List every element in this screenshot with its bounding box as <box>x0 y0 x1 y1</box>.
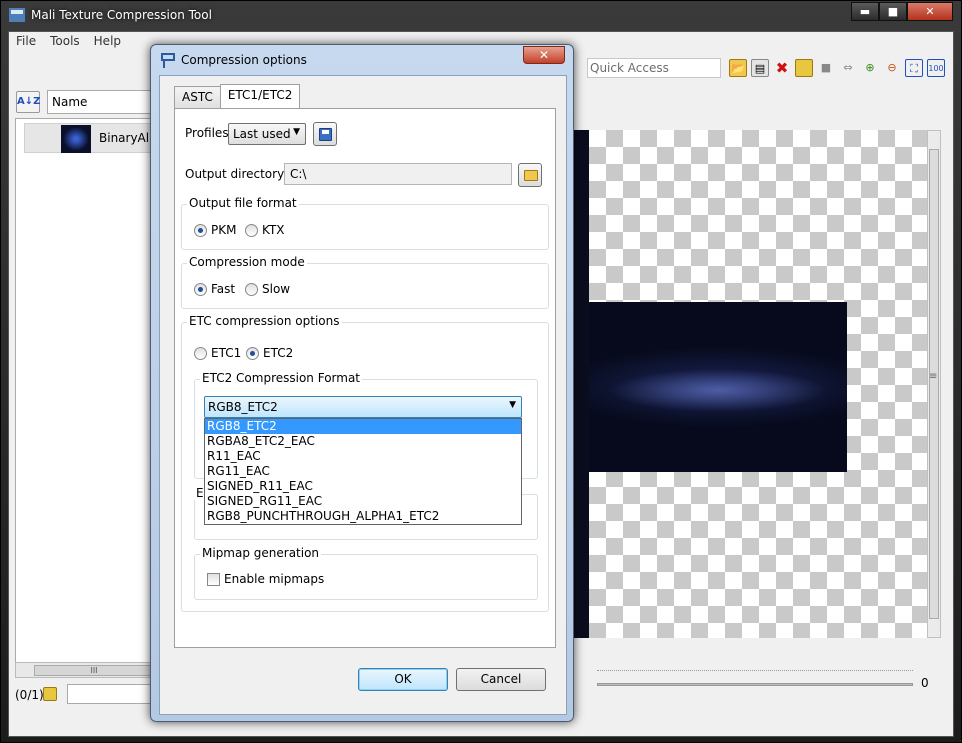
preview-left-edge <box>573 130 589 638</box>
etc2-format-dropdown: RGB8_ETC2 RGBA8_ETC2_EAC R11_EAC RG11_EA… <box>204 418 522 525</box>
profiles-select[interactable]: Last used ▼ <box>228 123 306 145</box>
etc2-format-select-value: RGB8_ETC2 <box>208 400 278 414</box>
zoom-in-icon[interactable]: ⊕ <box>861 59 879 77</box>
chevron-down-icon: ▼ <box>509 400 516 410</box>
sort-az-icon: A↓Z <box>17 96 41 107</box>
dropdown-option[interactable]: RGB8_ETC2 <box>205 419 521 434</box>
compress-icon[interactable] <box>795 59 813 77</box>
ok-button[interactable]: OK <box>358 668 448 691</box>
browse-folder-button[interactable] <box>518 163 542 187</box>
dialog-body: ASTC ETC1/ETC2 Profiles Last used ▼ Outp… <box>159 75 567 715</box>
menu-tools[interactable]: Tools <box>43 32 87 52</box>
tab-etc1-etc2[interactable]: ETC1/ETC2 <box>219 84 301 108</box>
radio-fast[interactable] <box>194 283 207 296</box>
compare-icon[interactable]: ⇔ <box>839 59 857 77</box>
dropdown-option[interactable]: RGBA8_ETC2_EAC <box>205 434 521 449</box>
quick-access-input[interactable]: Quick Access <box>587 58 721 78</box>
texture-thumbnail <box>61 125 91 153</box>
preview-ruler <box>597 665 913 671</box>
output-directory-field[interactable]: C:\ <box>284 163 512 185</box>
texture-preview <box>589 302 847 472</box>
status-count: (0/1) <box>15 688 44 702</box>
title-bar: Mali Texture Compression Tool ▬ ■ ✕ <box>1 1 961 31</box>
scrollbar-grip: ≡ <box>929 371 938 382</box>
stop-icon[interactable]: ■ <box>817 59 835 77</box>
dialog-close-button[interactable]: ✕ <box>523 46 565 64</box>
profiles-label: Profiles <box>185 126 229 140</box>
dropdown-option[interactable]: RGB8_PUNCHTHROUGH_ALPHA1_ETC2 <box>205 509 521 524</box>
maximize-button[interactable]: ■ <box>879 2 907 21</box>
cancel-button[interactable]: Cancel <box>456 668 546 691</box>
actual-size-icon[interactable]: 100 <box>927 59 945 77</box>
menu-help[interactable]: Help <box>87 32 128 52</box>
tab-bar: ASTC ETC1/ETC2 <box>174 84 301 108</box>
close-button[interactable]: ✕ <box>907 2 953 21</box>
dialog-title: Compression options <box>181 53 307 67</box>
radio-etc1-label: ETC1 <box>211 346 242 360</box>
dropdown-option[interactable]: SIGNED_R11_EAC <box>205 479 521 494</box>
dropdown-option[interactable]: RG11_EAC <box>205 464 521 479</box>
file-list: BinaryAlpha <box>15 118 172 678</box>
fit-icon[interactable]: ⛶ <box>905 59 923 77</box>
mipmap-generation-group: Mipmap generation Enable mipmaps <box>194 546 538 600</box>
preview-vertical-scrollbar[interactable]: ≡ <box>927 130 941 638</box>
enable-mipmaps-label: Enable mipmaps <box>224 572 325 586</box>
save-profile-button[interactable] <box>313 122 337 146</box>
profiles-select-value: Last used <box>233 127 291 141</box>
menu-file[interactable]: File <box>9 32 43 52</box>
output-directory-label: Output directory: <box>185 167 288 181</box>
output-file-format-title: Output file format <box>187 196 299 210</box>
scrollbar-thumb[interactable]: III <box>34 665 154 676</box>
scrollbar-thumb[interactable] <box>929 149 939 619</box>
file-list-scrollbar[interactable]: III <box>15 662 155 678</box>
tab-page-etc: Profiles Last used ▼ Output directory: C… <box>174 108 556 648</box>
status-icon <box>43 687 57 701</box>
compression-options-dialog: Compression options ✕ ASTC ETC1/ETC2 Pro… <box>150 44 574 722</box>
output-file-format-group: Output file format PKM KTX <box>181 196 549 250</box>
radio-pkm-label: PKM <box>211 223 237 237</box>
dialog-icon <box>161 53 175 68</box>
open-folder-icon[interactable]: 📂 <box>729 59 747 77</box>
radio-slow[interactable] <box>245 283 258 296</box>
etc2-compression-format-title: ETC2 Compression Format <box>200 371 363 385</box>
column-header-name[interactable]: Name <box>47 90 157 114</box>
delete-icon[interactable]: ✖ <box>773 59 791 77</box>
app-title: Mali Texture Compression Tool <box>31 8 212 22</box>
list-item[interactable]: BinaryAlpha <box>24 123 172 153</box>
radio-etc2[interactable] <box>246 347 259 360</box>
tab-astc[interactable]: ASTC <box>174 86 221 108</box>
status-field <box>67 684 157 704</box>
etc2-format-select[interactable]: RGB8_ETC2 ▼ <box>204 396 522 418</box>
zoom-value: 0 <box>921 676 929 690</box>
enable-mipmaps-checkbox[interactable] <box>207 573 220 586</box>
etc-compression-options-title: ETC compression options <box>187 314 342 328</box>
radio-etc2-label: ETC2 <box>263 346 294 360</box>
zoom-out-icon[interactable]: ⊖ <box>883 59 901 77</box>
chevron-down-icon: ▼ <box>293 127 300 137</box>
toolbar: 📂 ▤ ✖ ■ ⇔ ⊕ ⊖ ⛶ 100 <box>729 59 945 77</box>
caption-buttons: ▬ ■ ✕ <box>851 2 953 21</box>
zoom-slider[interactable] <box>597 683 913 686</box>
mipmap-generation-title: Mipmap generation <box>200 546 322 560</box>
radio-ktx[interactable] <box>245 224 258 237</box>
radio-ktx-label: KTX <box>262 223 285 237</box>
compression-mode-title: Compression mode <box>187 255 307 269</box>
save-icon[interactable]: ▤ <box>751 59 769 77</box>
folder-icon <box>524 170 538 181</box>
radio-fast-label: Fast <box>211 282 236 296</box>
app-icon <box>9 8 25 22</box>
compression-mode-group: Compression mode Fast Slow <box>181 255 549 309</box>
radio-etc1[interactable] <box>194 347 207 360</box>
minimize-button[interactable]: ▬ <box>851 2 879 21</box>
save-icon <box>319 128 332 141</box>
dropdown-option[interactable]: R11_EAC <box>205 449 521 464</box>
radio-slow-label: Slow <box>262 282 291 296</box>
radio-pkm[interactable] <box>194 224 207 237</box>
sort-az-button[interactable]: A↓Z <box>16 91 40 113</box>
dropdown-option[interactable]: SIGNED_RG11_EAC <box>205 494 521 509</box>
